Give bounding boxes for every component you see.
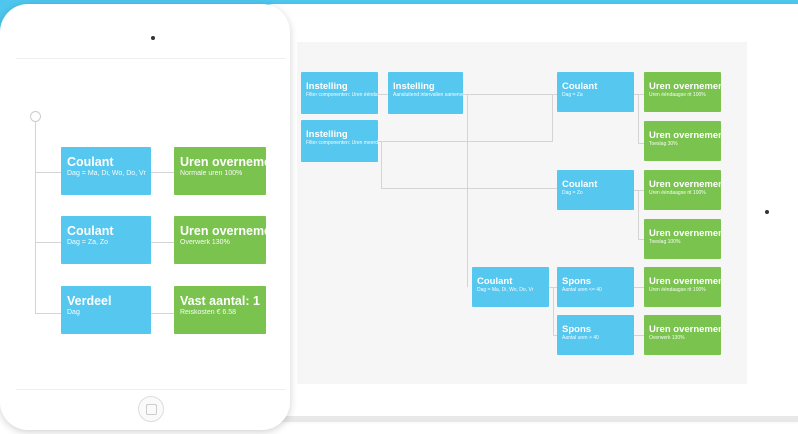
node-subtitle: Uren ééndaagse rit 100% [649, 190, 706, 196]
node-title: Coulant [562, 81, 598, 92]
node-spons-lte-40[interactable]: Spons Aantal uren <= 40 [557, 267, 634, 307]
connector [634, 287, 644, 288]
laptop-camera [765, 210, 769, 214]
node-verdeel[interactable]: Verdeel Dag [61, 286, 151, 334]
node-uren-overnemen[interactable]: Uren overnemen Uren ééndaagse rit 100% [644, 170, 721, 210]
node-subtitle: Dag = Zo [562, 190, 583, 196]
node-title: Uren overnemen [649, 276, 721, 287]
node-title: Instelling [306, 81, 348, 92]
node-subtitle: Aantal uren <= 40 [562, 287, 602, 293]
node-title: Coulant [67, 155, 114, 169]
root-node-icon [30, 111, 41, 122]
laptop-base [250, 416, 798, 422]
node-uren-overnemen[interactable]: Uren overnemen Uren ééndaagse rit 100% [644, 72, 721, 112]
connector [634, 190, 644, 191]
laptop-screen: Instelling Filter componenten: Uren éénd… [297, 42, 747, 384]
node-title: Uren overnemen [649, 228, 721, 239]
node-uren-overnemen[interactable]: Uren overnemen Normale uren 100% [174, 147, 266, 195]
node-subtitle: Dag [67, 309, 80, 316]
node-subtitle: Toeslag 100% [649, 239, 681, 245]
node-coulant-zo[interactable]: Coulant Dag = Zo [557, 170, 634, 210]
connector [638, 94, 639, 143]
connector [552, 94, 553, 141]
connector [381, 141, 382, 188]
node-title: Uren overnemen [649, 130, 721, 141]
node-subtitle: Overwerk 130% [649, 335, 685, 341]
node-title: Uren overnemen [180, 224, 266, 238]
node-title: Coulant [67, 224, 114, 238]
connector [151, 313, 174, 314]
node-title: Instelling [306, 129, 348, 140]
node-coulant-weekend[interactable]: Coulant Dag = Za, Zo [61, 216, 151, 264]
node-title: Uren overnemen [649, 179, 721, 190]
node-title: Coulant [562, 179, 598, 190]
node-subtitle: Uren ééndaagse rit 100% [649, 287, 706, 293]
node-subtitle: Reiskosten € 6.58 [180, 309, 237, 316]
connector [35, 172, 61, 173]
node-instelling-2[interactable]: Instelling Aansluitend intervallen samen… [388, 72, 463, 114]
node-subtitle: Dag = Za [562, 92, 583, 98]
node-subtitle: Filter componenten: Uren meerdaagse rit … [306, 140, 378, 146]
node-spons-gt-40[interactable]: Spons Aantal uren > 40 [557, 315, 634, 355]
connector [463, 94, 557, 95]
tablet-camera [151, 36, 155, 40]
node-title: Spons [562, 324, 592, 335]
node-vast-aantal[interactable]: Vast aantal: 1 Reiskosten € 6.58 [174, 286, 266, 334]
connector [151, 242, 174, 243]
node-coulant-za[interactable]: Coulant Dag = Za [557, 72, 634, 112]
connector [35, 122, 36, 314]
node-uren-overnemen[interactable]: Uren overnemen Toeslag 100% [644, 219, 721, 259]
connector [35, 313, 61, 314]
connector [378, 141, 553, 142]
node-title: Coulant [477, 276, 513, 287]
tablet-screen: Coulant Dag = Ma, Di, Wo, Do, Vr Uren ov… [16, 58, 285, 390]
node-title: Uren overnemen [649, 324, 721, 335]
connector [151, 172, 174, 173]
node-subtitle: Aansluitend intervallen samenvoegen [393, 92, 463, 98]
node-coulant-weekdagen[interactable]: Coulant Dag = Ma, Di, Wo, Do, Vr [472, 267, 549, 307]
node-title: Verdeel [67, 294, 112, 308]
node-subtitle: Aantal uren > 40 [562, 335, 599, 341]
node-subtitle: Dag = Za, Zo [67, 239, 109, 246]
node-title: Vast aantal: 1 [180, 294, 260, 308]
node-subtitle: Filter componenten: Uren ééndaagse rit 1… [306, 92, 378, 98]
connector [35, 242, 61, 243]
node-coulant-weekdagen[interactable]: Coulant Dag = Ma, Di, Wo, Do, Vr [61, 147, 151, 195]
connector [553, 287, 554, 335]
node-subtitle: Toeslag 30% [649, 141, 678, 147]
node-uren-overnemen[interactable]: Uren overnemen Overwerk 130% [174, 216, 266, 264]
node-instelling-1[interactable]: Instelling Filter componenten: Uren éénd… [301, 72, 378, 114]
connector [634, 335, 644, 336]
node-title: Spons [562, 276, 592, 287]
node-uren-overnemen[interactable]: Uren overnemen Overwerk 130% [644, 315, 721, 355]
home-button[interactable] [138, 396, 164, 422]
connector [467, 94, 468, 287]
node-uren-overnemen[interactable]: Uren overnemen Uren ééndaagse rit 100% [644, 267, 721, 307]
node-instelling-3[interactable]: Instelling Filter componenten: Uren meer… [301, 120, 378, 162]
node-subtitle: Overwerk 130% [180, 239, 230, 246]
connector [381, 188, 557, 189]
node-title: Instelling [393, 81, 435, 92]
node-subtitle: Uren ééndaagse rit 100% [649, 92, 706, 98]
node-uren-overnemen[interactable]: Uren overnemen Toeslag 30% [644, 121, 721, 161]
node-subtitle: Dag = Ma, Di, Wo, Do, Vr [477, 287, 534, 293]
connector [634, 94, 644, 95]
node-subtitle: Dag = Ma, Di, Wo, Do, Vr [67, 170, 146, 177]
node-title: Uren overnemen [649, 81, 721, 92]
node-title: Uren overnemen [180, 155, 266, 169]
node-subtitle: Normale uren 100% [180, 170, 243, 177]
connector [638, 190, 639, 239]
